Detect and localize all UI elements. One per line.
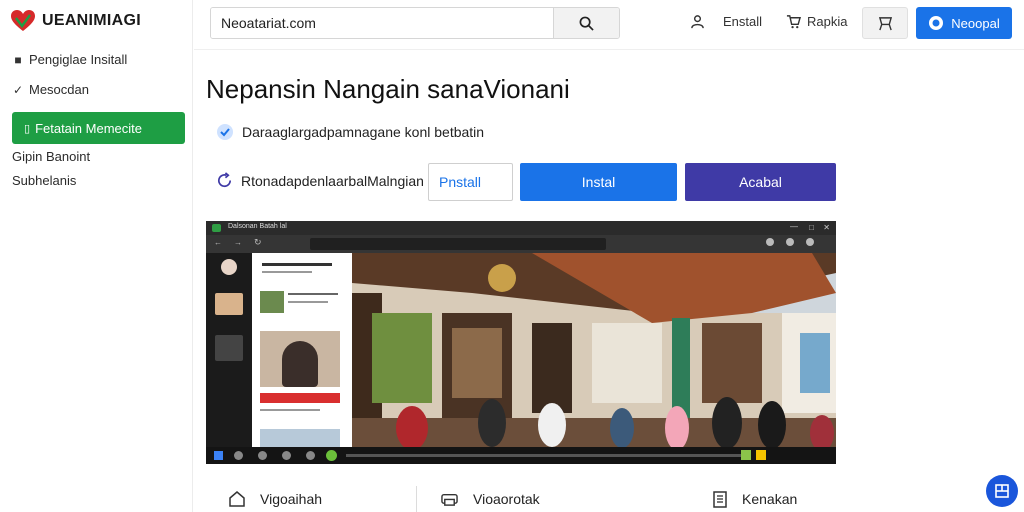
preview-avatar	[221, 259, 237, 275]
preview-thumb	[260, 429, 340, 447]
topbar-link-enstall[interactable]: Enstall	[690, 14, 762, 29]
sidebar: UEANIMIAGI ■ Pengiglae Insitall ✓ Mesocd…	[0, 0, 193, 512]
maximize-icon: □	[809, 223, 814, 232]
home-icon	[229, 491, 245, 507]
topbar: Enstall Rapkia Neoopal	[194, 0, 1024, 50]
square-icon: ■	[14, 52, 22, 67]
preview-progress-track	[346, 454, 746, 457]
bottom-item-print[interactable]: Vioaorotak	[440, 490, 540, 507]
topbar-link-label: Enstall	[723, 14, 763, 29]
brand[interactable]: UEANIMIAGI	[10, 9, 141, 33]
divider	[416, 486, 417, 512]
printer-icon	[441, 494, 458, 506]
install-row-label: RtonadapdenlaarbalMalngian	[241, 172, 424, 189]
photo-scene	[352, 253, 836, 447]
search-button[interactable]	[553, 8, 619, 38]
taskbar-icon	[306, 451, 315, 460]
topbar-link-label: Rapkia	[807, 14, 848, 29]
preview-navbar: ← → ↻	[206, 235, 836, 253]
preview-panel	[252, 253, 352, 447]
preview-thumb	[215, 335, 243, 361]
sidebar-item-mesocdan[interactable]: ✓ Mesocdan	[12, 82, 89, 97]
brand-name: UEANIMIAGI	[42, 12, 141, 29]
minimize-icon: —	[790, 222, 798, 231]
preview-ext-icon	[766, 238, 774, 246]
close-icon: ✕	[823, 223, 830, 232]
toolbox-button[interactable]	[862, 7, 908, 39]
search-input[interactable]	[211, 8, 553, 38]
preview-video-thumb	[260, 331, 340, 387]
bottom-item-label: Vioaorotak	[473, 490, 540, 507]
preview-titlebar: Dalsonan Batah lal ✕ □ —	[206, 221, 836, 235]
sidebar-item-label: Subhelanis	[12, 173, 77, 188]
sidebar-item-active[interactable]: ▯ Fetatain Memecite	[12, 112, 185, 144]
taskbar-app-icon	[326, 450, 337, 461]
verified-badge-icon	[217, 124, 233, 140]
preview-photo	[352, 253, 836, 447]
preview-person-figure	[282, 341, 318, 387]
bottom-item-label: Kenakan	[742, 491, 798, 507]
preview-thumb	[260, 291, 284, 313]
floating-action-button[interactable]	[986, 475, 1018, 507]
check-icon: ✓	[12, 82, 24, 97]
preview-sidebar	[206, 253, 252, 447]
taskbar-icon	[258, 451, 267, 460]
sidebar-item-subhelanis[interactable]: Subhelanis	[12, 173, 76, 188]
primary-action-button[interactable]: Neoopal	[916, 7, 1012, 39]
install-button[interactable]: Instal	[520, 163, 677, 201]
bottom-item-label: Vigoaihah	[260, 491, 323, 507]
windows-start-icon	[214, 451, 223, 460]
cart-icon	[786, 15, 801, 29]
preview-line	[262, 271, 312, 273]
page-title: Nepansin Nangain sanaVionani	[206, 74, 570, 104]
screenshot-preview: Dalsonan Batah lal ✕ □ — ← → ↻	[206, 221, 836, 464]
bottom-item-home[interactable]: Vigoaihah	[228, 490, 322, 508]
taskbar-tray-icon	[756, 450, 766, 460]
taskbar-tray-icon	[741, 450, 751, 460]
topbar-link-rapkia[interactable]: Rapkia	[786, 14, 847, 29]
preview-line	[288, 293, 338, 295]
sidebar-item-label: Pengiglae Insitall	[29, 52, 128, 67]
taskbar-icon	[282, 451, 291, 460]
preview-app-icon	[212, 224, 221, 232]
preview-ext-icon	[786, 238, 794, 246]
preview-red-button	[260, 393, 340, 403]
preview-line	[260, 409, 320, 411]
forward-icon: →	[234, 238, 242, 247]
search-box	[210, 7, 620, 39]
sidebar-item-banoint[interactable]: Gipin Banoint	[12, 149, 90, 164]
person-icon	[691, 15, 704, 29]
doc-icon: ▯	[24, 122, 31, 135]
back-icon: ←	[214, 238, 222, 247]
record-icon	[929, 16, 944, 30]
install-row: RtonadapdenlaarbalMalngian	[216, 172, 424, 189]
primary-action-label: Neoopal	[951, 15, 1000, 31]
info-text: Daraaglargadpamnagane konl betbatin	[242, 124, 485, 140]
preview-thumb	[215, 293, 243, 315]
preview-window-title: Dalsonan Batah lal	[228, 223, 287, 230]
sidebar-item-label: Mesocdan	[29, 82, 89, 97]
preview-ext-icon	[806, 238, 814, 246]
install-input[interactable]	[428, 163, 513, 201]
info-row: Daraaglargadpamnagane konl betbatin	[216, 123, 484, 141]
preview-url-bar	[310, 238, 606, 250]
refresh-icon	[218, 172, 232, 188]
preview-taskbar	[206, 447, 836, 464]
sidebar-item-label: Fetatain Memecite	[35, 120, 142, 136]
bottom-item-document[interactable]: Kenakan	[712, 490, 797, 508]
cancel-button[interactable]: Acabal	[685, 163, 836, 201]
preview-line	[262, 263, 332, 266]
sidebar-item-install[interactable]: ■ Pengiglae Insitall	[12, 52, 127, 67]
toolbox-icon	[878, 16, 892, 30]
search-icon	[579, 16, 594, 31]
reload-icon: ↻	[254, 237, 262, 247]
heart-logo-icon	[11, 10, 35, 31]
sidebar-item-label: Gipin Banoint	[12, 149, 91, 164]
preview-line	[288, 301, 328, 303]
taskbar-icon	[234, 451, 243, 460]
panel-icon	[995, 484, 1009, 498]
document-icon	[713, 491, 727, 508]
